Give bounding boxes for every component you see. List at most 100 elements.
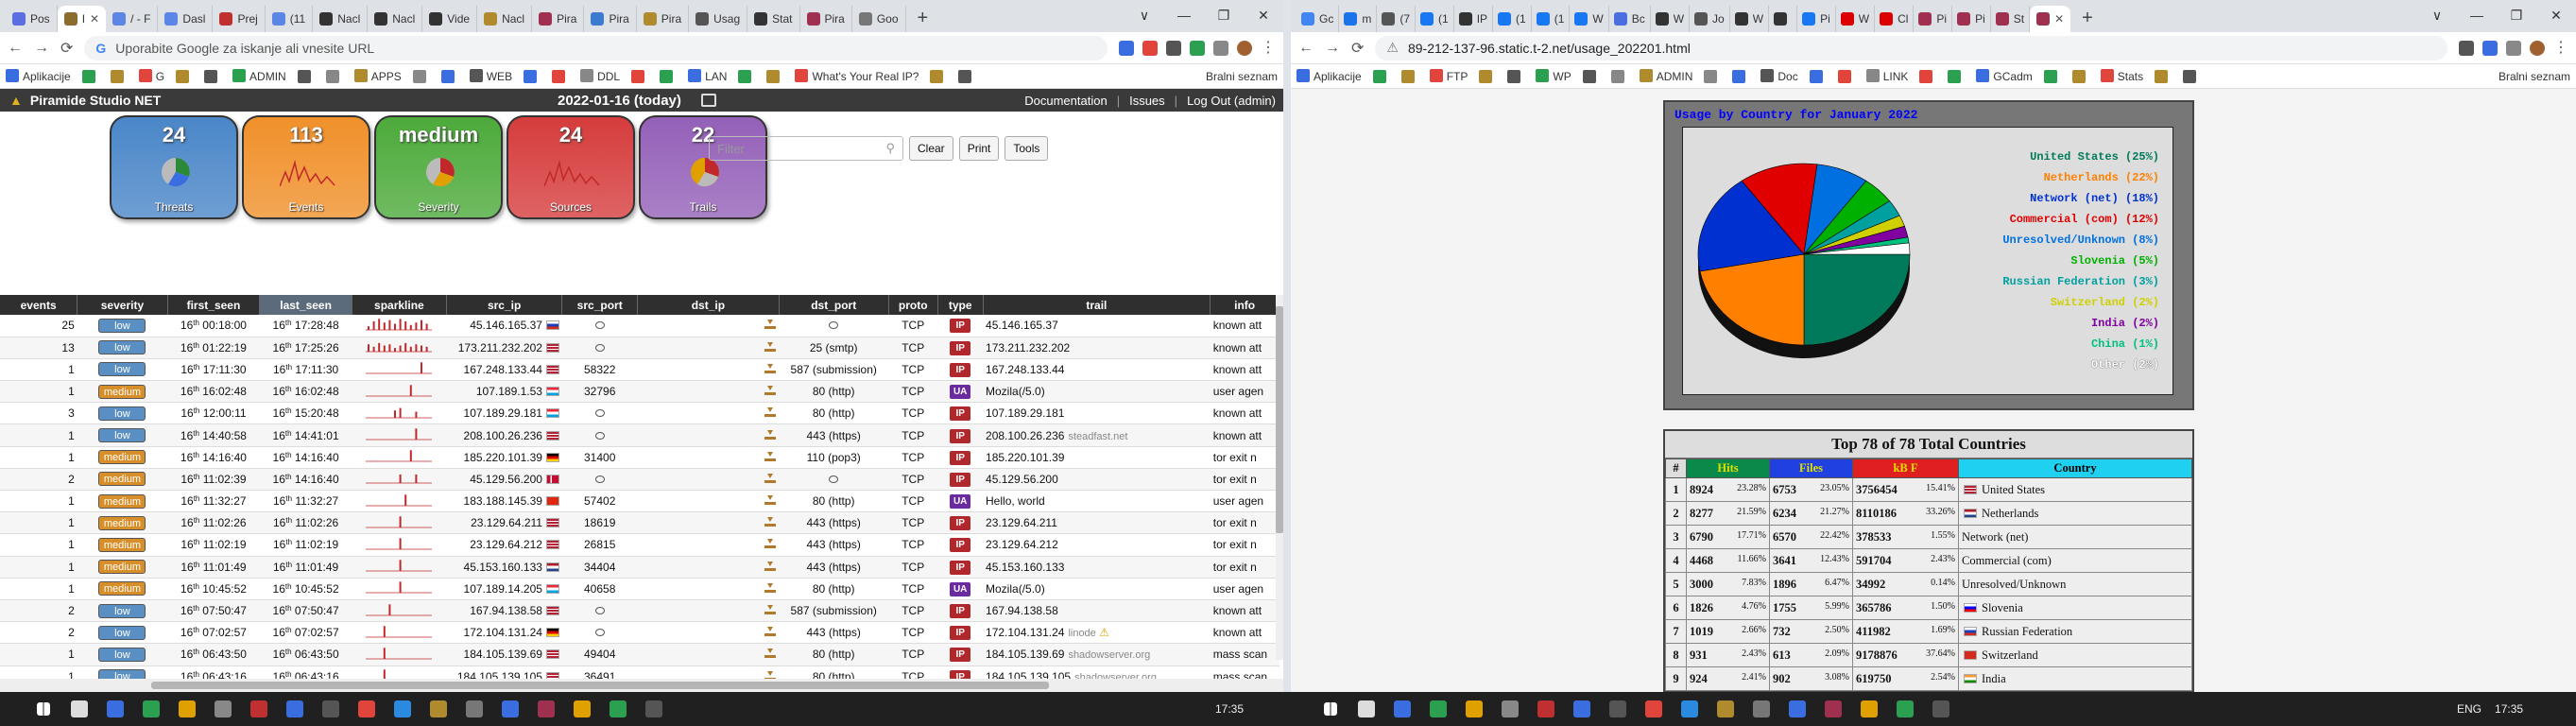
- bookmark-favicon-icon[interactable]: [524, 69, 538, 83]
- browser-tab[interactable]: m: [1339, 6, 1378, 32]
- browser-tab[interactable]: (7: [1377, 6, 1417, 32]
- source-ip[interactable]: 23.129.64.211: [471, 516, 542, 529]
- severity-badge[interactable]: medium: [98, 537, 146, 552]
- bookmark-favicon-icon[interactable]: [110, 69, 124, 83]
- taskbar-app-icon[interactable]: [1888, 692, 1922, 726]
- source-ip[interactable]: 45.153.160.133: [464, 561, 542, 574]
- comment-bubble-icon[interactable]: [594, 343, 605, 352]
- table-row[interactable]: 2 low 16th 07:02:57 16th 07:02:57 172.104.13…: [0, 621, 1279, 645]
- taskbar-app-icon[interactable]: [1780, 692, 1814, 726]
- browser-tab[interactable]: Pira: [800, 6, 852, 32]
- back-icon[interactable]: ←: [8, 40, 23, 57]
- filter-input[interactable]: Filter ⚲: [709, 136, 903, 161]
- severity-badge[interactable]: low: [98, 603, 146, 618]
- extension-icon[interactable]: [1119, 40, 1134, 56]
- browser-tab[interactable]: Pi: [1914, 6, 1953, 32]
- download-icon[interactable]: [764, 341, 777, 352]
- trail-value[interactable]: 23.129.64.211: [986, 516, 1057, 529]
- bookmark-favicon-icon[interactable]: [204, 69, 218, 83]
- browser-tab[interactable]: W: [1651, 6, 1691, 32]
- table-row[interactable]: 1 low 16th 14:40:58 16th 14:41:01 208.100.26…: [0, 424, 1279, 447]
- bookmark-favicon-icon[interactable]: [1507, 69, 1521, 83]
- severity-badge[interactable]: low: [98, 318, 146, 333]
- browser-tab[interactable]: Prej: [213, 6, 266, 32]
- browser-tab[interactable]: IP: [1454, 6, 1494, 32]
- start-icon[interactable]: [26, 692, 60, 726]
- download-icon[interactable]: [764, 451, 777, 461]
- bookmark-favicon-icon[interactable]: [958, 69, 972, 83]
- browser-tab[interactable]: Pi: [1952, 6, 1991, 32]
- reload-icon[interactable]: ⟳: [60, 39, 73, 58]
- menu-icon[interactable]: ⋮: [2553, 40, 2568, 56]
- browser-tab[interactable]: W: [1836, 6, 1876, 32]
- download-icon[interactable]: [764, 648, 777, 659]
- trail-value[interactable]: 185.220.101.39: [986, 451, 1064, 464]
- trail-value[interactable]: 45.146.165.37: [986, 319, 1058, 332]
- bookmark-item[interactable]: WP: [1536, 69, 1571, 83]
- table-row[interactable]: 1 medium 16th 10:45:52 16th 10:45:52 107.189…: [0, 578, 1279, 600]
- bookmark-favicon-icon[interactable]: [1919, 69, 1933, 83]
- browser-tab[interactable]: (1: [1416, 6, 1454, 32]
- logout-link[interactable]: Log Out (admin): [1187, 94, 1276, 108]
- table-row[interactable]: 1 low 16th 06:43:50 16th 06:43:50 184.105.13…: [0, 643, 1279, 666]
- taskbar-app-icon[interactable]: [386, 692, 420, 726]
- search-icon[interactable]: [62, 692, 96, 726]
- horizontal-scrollbar[interactable]: [0, 679, 1283, 692]
- comment-bubble-icon[interactable]: [594, 321, 605, 330]
- close-icon[interactable]: ✕: [90, 12, 99, 26]
- bookmark-favicon-icon[interactable]: [1704, 69, 1718, 83]
- bookmark-favicon-icon[interactable]: [1400, 69, 1415, 83]
- table-row[interactable]: 13 low 16th 01:22:19 16th 17:25:26 173.211.2…: [0, 337, 1279, 359]
- severity-badge[interactable]: low: [98, 406, 146, 421]
- bookmark-favicon-icon[interactable]: [412, 69, 426, 83]
- bookmark-favicon-icon[interactable]: [1732, 69, 1746, 83]
- bookmark-favicon-icon[interactable]: [1610, 69, 1624, 83]
- taskbar-app-icon[interactable]: [1421, 692, 1455, 726]
- bookmark-favicon-icon[interactable]: [1479, 69, 1493, 83]
- download-icon[interactable]: [764, 495, 777, 506]
- reload-icon[interactable]: ⟳: [1351, 39, 1364, 58]
- bookmark-item[interactable]: FTP: [1429, 69, 1468, 83]
- close-window-icon[interactable]: ✕: [2536, 0, 2576, 30]
- maximize-icon[interactable]: ❐: [2497, 0, 2536, 30]
- trail-value[interactable]: 23.129.64.212: [986, 538, 1058, 551]
- taskbar-app-icon[interactable]: [206, 692, 240, 726]
- reading-list-link[interactable]: Bralni seznam: [2499, 70, 2570, 83]
- column-header-last-seen[interactable]: last_seen: [259, 295, 352, 315]
- taskbar-app-icon[interactable]: [637, 692, 671, 726]
- bookmark-item[interactable]: ADMIN: [1639, 69, 1692, 83]
- calendar-icon[interactable]: [701, 94, 716, 107]
- column-header-events[interactable]: events: [0, 295, 78, 315]
- forward-icon[interactable]: →: [1325, 40, 1340, 57]
- source-ip[interactable]: 184.105.139.69: [464, 648, 542, 661]
- severity-badge[interactable]: low: [98, 428, 146, 443]
- severity-badge[interactable]: medium: [98, 472, 146, 487]
- download-icon[interactable]: [764, 473, 777, 483]
- tile-threats[interactable]: 24 Threats: [110, 115, 238, 219]
- table-row[interactable]: 1 medium 16th 11:32:27 16th 11:32:27 183.188…: [0, 490, 1279, 513]
- bookmark-favicon-icon[interactable]: [2071, 69, 2086, 83]
- download-icon[interactable]: [764, 363, 777, 373]
- trail-value[interactable]: Mozila(/5.0): [986, 582, 1045, 596]
- taskbar-app-icon[interactable]: [134, 692, 168, 726]
- back-icon[interactable]: ←: [1298, 40, 1314, 57]
- column-header-sparkline[interactable]: sparkline: [352, 295, 447, 315]
- table-row[interactable]: 1 medium 16th 11:02:26 16th 11:02:26 23.129.…: [0, 511, 1279, 535]
- download-icon[interactable]: [764, 386, 777, 396]
- bookmark-favicon-icon[interactable]: [766, 69, 781, 83]
- taskbar-app-icon[interactable]: [350, 692, 384, 726]
- forward-icon[interactable]: →: [34, 40, 49, 57]
- menu-icon[interactable]: ⋮: [1261, 40, 1276, 56]
- trail-value[interactable]: 167.248.133.44: [986, 363, 1064, 376]
- browser-tab[interactable]: (1: [1532, 6, 1571, 32]
- language-indicator[interactable]: ENG: [2457, 702, 2482, 716]
- bookmark-item[interactable]: APPS: [353, 69, 402, 83]
- documentation-link[interactable]: Documentation: [1024, 94, 1107, 108]
- taskbar-app-icon[interactable]: [98, 692, 132, 726]
- taskbar-app-icon[interactable]: [529, 692, 563, 726]
- browser-tab[interactable]: Gc: [1297, 6, 1340, 32]
- browser-tab[interactable]: Pira: [637, 6, 690, 32]
- bookmark-favicon-icon[interactable]: [1948, 69, 1962, 83]
- browser-tab[interactable]: Nacl: [477, 6, 533, 32]
- table-row[interactable]: 25 low 16th 00:18:00 16th 17:28:48 45.146.16…: [0, 315, 1279, 337]
